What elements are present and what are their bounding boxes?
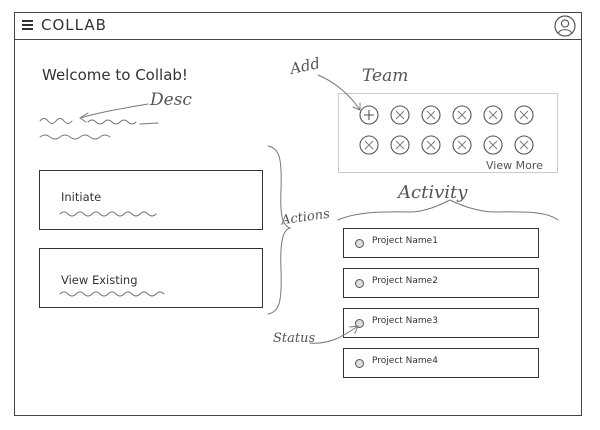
view-existing-button[interactable]: View Existing bbox=[39, 248, 263, 308]
project-name: Project Name3 bbox=[372, 316, 438, 326]
team-member-icon[interactable] bbox=[359, 135, 379, 155]
desc-annotation: Desc bbox=[150, 90, 192, 110]
status-annotation: Status bbox=[273, 331, 316, 346]
team-member-icon[interactable] bbox=[483, 105, 503, 125]
initiate-label: Initiate bbox=[61, 190, 102, 204]
add-member-icon[interactable] bbox=[359, 105, 379, 125]
user-avatar-icon[interactable] bbox=[554, 15, 576, 37]
team-member-icon[interactable] bbox=[421, 135, 441, 155]
status-indicator-icon bbox=[355, 359, 364, 368]
status-indicator-icon bbox=[355, 279, 364, 288]
project-item[interactable]: Project Name2 bbox=[343, 268, 539, 298]
status-indicator-icon bbox=[355, 239, 364, 248]
app-title: COLLAB bbox=[41, 16, 107, 34]
view-existing-label: View Existing bbox=[61, 273, 138, 287]
project-name: Project Name4 bbox=[372, 356, 438, 366]
team-member-icon[interactable] bbox=[483, 135, 503, 155]
view-more-link[interactable]: View More bbox=[486, 159, 543, 172]
team-member-icon[interactable] bbox=[514, 135, 534, 155]
team-member-icon[interactable] bbox=[452, 105, 472, 125]
project-item[interactable]: Project Name3 bbox=[343, 308, 539, 338]
hamburger-menu-icon[interactable] bbox=[22, 20, 33, 30]
top-bar: COLLAB bbox=[14, 12, 582, 40]
initiate-button[interactable]: Initiate bbox=[39, 170, 263, 230]
activity-annotation: Activity bbox=[398, 182, 468, 203]
team-member-icon[interactable] bbox=[421, 105, 441, 125]
welcome-heading: Welcome to Collab! bbox=[42, 66, 188, 84]
team-member-icon[interactable] bbox=[390, 105, 410, 125]
team-member-icon[interactable] bbox=[452, 135, 472, 155]
team-annotation: Team bbox=[362, 66, 409, 86]
project-item[interactable]: Project Name4 bbox=[343, 348, 539, 378]
team-member-icon[interactable] bbox=[514, 105, 534, 125]
project-name: Project Name1 bbox=[372, 236, 438, 246]
project-item[interactable]: Project Name1 bbox=[343, 228, 539, 258]
team-member-icon[interactable] bbox=[390, 135, 410, 155]
project-name: Project Name2 bbox=[372, 276, 438, 286]
status-indicator-icon bbox=[355, 319, 364, 328]
